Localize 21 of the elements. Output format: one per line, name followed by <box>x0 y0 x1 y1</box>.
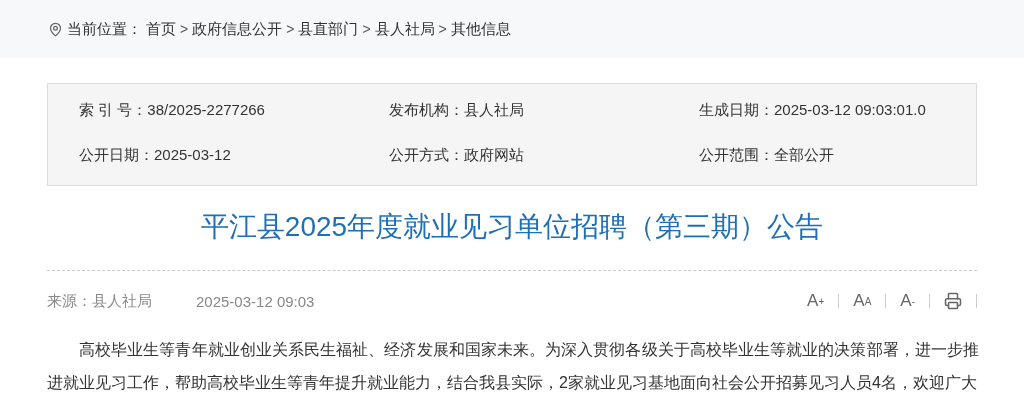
breadcrumb-link[interactable]: 其他信息 <box>450 19 511 39</box>
info-field: 索 引 号：38/2025-2277266 <box>79 101 389 120</box>
info-field: 发布机构：县人社局 <box>389 101 699 120</box>
breadcrumb-label: 当前位置： <box>67 19 142 39</box>
article-paragraph: 高校毕业生等青年就业创业关系民生福祉、经济发展和国家未来。为深入贯彻各级关于高校毕业生等就业的决策部署，进一步推进就业见习工作，帮助高校毕业生等青年提升就业能力，结合我县实际，2家就业见习基地面向社会公开招募见习人员4名，欢迎广大 <box>47 340 979 393</box>
info-field: 公开日期：2025-03-12 <box>79 146 389 165</box>
location-icon <box>48 21 63 37</box>
info-field: 公开方式：政府网站 <box>389 146 699 165</box>
breadcrumb-link[interactable]: 县直部门 <box>298 19 359 39</box>
info-field: 公开范围：全部公开 <box>699 146 1009 165</box>
article-date: 2025-03-12 09:03 <box>196 292 315 310</box>
breadcrumb-link[interactable]: 政府信息公开 <box>192 19 283 39</box>
info-field: 生成日期：2025-03-12 09:03:01.0 <box>699 101 1009 120</box>
breadcrumb-separator: > <box>180 21 189 37</box>
breadcrumb-link[interactable]: 首页 <box>146 19 176 39</box>
article-source: 来源：县人社局 <box>47 291 152 311</box>
article-title: 平江县2025年度就业见习单位招聘（第三期）公告 <box>47 186 977 271</box>
breadcrumb-separator: > <box>438 21 447 37</box>
breadcrumb-link[interactable]: 县人社局 <box>374 19 435 39</box>
breadcrumb-separator: > <box>286 21 295 37</box>
breadcrumb-separator: > <box>362 21 371 37</box>
